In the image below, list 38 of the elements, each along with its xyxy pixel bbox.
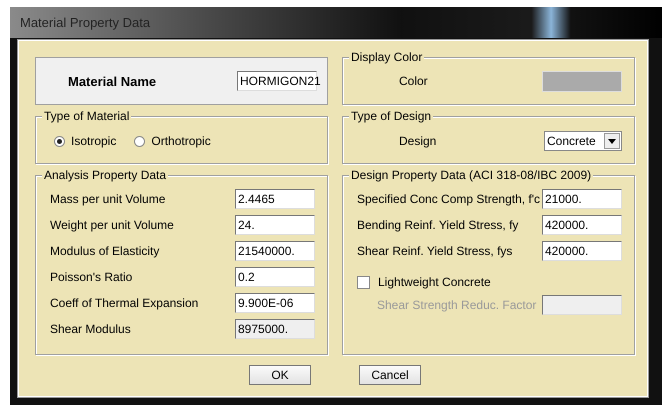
field-label: Poisson's Ratio: [50, 270, 132, 284]
group-title: Design Property Data (ACI 318-08/IBC 2009): [349, 168, 594, 182]
radio-label: Isotropic: [71, 134, 116, 148]
design-dropdown[interactable]: Concrete: [544, 131, 622, 151]
ok-button[interactable]: OK: [249, 365, 311, 385]
input-field[interactable]: 420000.: [542, 215, 622, 235]
field-label: Shear Reinf. Yield Stress, fys: [357, 244, 512, 258]
input-field[interactable]: 2.4465: [235, 189, 315, 209]
input-field[interactable]: 21540000.: [235, 241, 315, 261]
group-title: Type of Material: [42, 109, 132, 123]
input-field[interactable]: 9.900E-06: [235, 293, 315, 313]
field-label: Mass per unit Volume: [50, 192, 166, 206]
field-label: Weight per unit Volume: [50, 218, 174, 232]
radio-label: Orthotropic: [151, 134, 211, 148]
input-field[interactable]: 420000.: [542, 241, 622, 261]
color-label: Color: [399, 74, 428, 88]
checkbox[interactable]: [357, 276, 370, 288]
field-label: Coeff of Thermal Expansion: [50, 296, 198, 310]
cancel-button[interactable]: Cancel: [359, 365, 421, 385]
input-field[interactable]: 21000.: [542, 189, 622, 209]
radio-button[interactable]: [54, 136, 65, 146]
field-label: Shear Strength Reduc. Factor: [377, 298, 536, 312]
radio-button[interactable]: [134, 136, 146, 146]
color-swatch[interactable]: [542, 70, 622, 92]
field-label: Modulus of Elasticity: [50, 244, 160, 258]
field-label: Shear Modulus: [50, 322, 131, 336]
group-title: Analysis Property Data: [42, 168, 168, 182]
design-label: Design: [399, 134, 436, 148]
group-title: Display Color: [349, 50, 424, 64]
readonly-field: 8975000.: [235, 319, 315, 339]
input-field[interactable]: 0.2: [235, 267, 315, 287]
checkbox-label: Lightweight Concrete: [378, 275, 491, 289]
material-name-label: Material Name: [68, 74, 156, 88]
field-label: Specified Conc Comp Strength, f'c: [357, 192, 540, 206]
group-title: Type of Design: [349, 109, 434, 123]
window-title: Material Property Data: [20, 15, 150, 30]
field-label: Bending Reinf. Yield Stress, fy: [357, 218, 518, 232]
input-field[interactable]: 24.: [235, 215, 315, 235]
